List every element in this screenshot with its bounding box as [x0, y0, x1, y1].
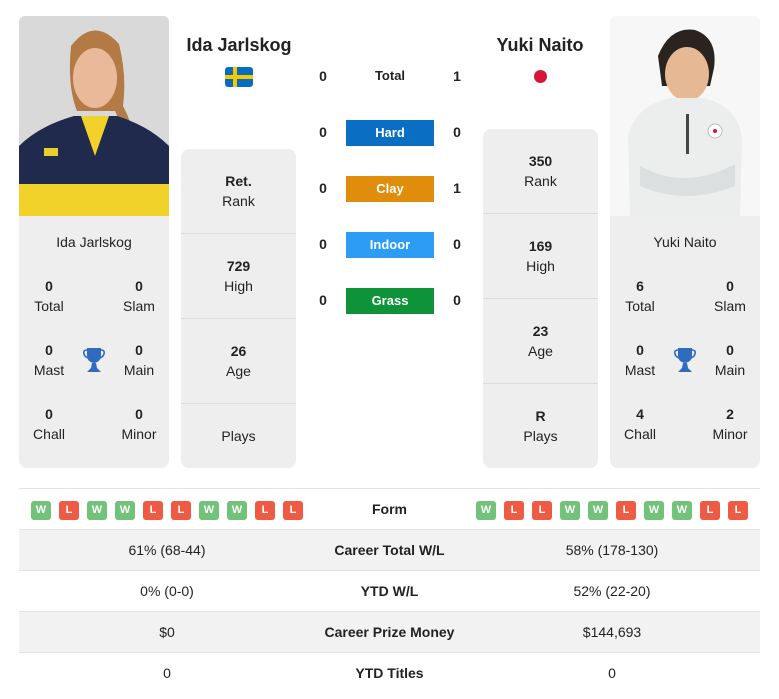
- left-player-card-name: Ida Jarlskog: [56, 234, 132, 250]
- left-player-card: Ida Jarlskog 0 Total 0 Slam 0 Mast 0 Mai…: [19, 216, 169, 468]
- right-stat-rank: 350 Rank: [483, 129, 598, 214]
- prize-money-left: $0: [159, 624, 175, 640]
- left-titles-slam: 0 Slam: [123, 278, 155, 314]
- right-stats-panel: 350 Rank 169 High 23 Age R Plays: [483, 129, 598, 468]
- form-row: W L W W L L W W L L Form W L L W W L W W…: [19, 488, 760, 529]
- left-stat-high: 729 High: [181, 234, 296, 319]
- table-row: 0 YTD Titles 0: [19, 652, 760, 693]
- comparison-table: W L W W L L W W L L Form W L L W W L W W…: [19, 488, 760, 693]
- form-badge: W: [588, 501, 608, 520]
- form-badge: L: [59, 501, 79, 520]
- ytd-wl-left: 0% (0-0): [140, 583, 194, 599]
- form-badge: W: [115, 501, 135, 520]
- japan-flag-icon: [534, 70, 547, 83]
- h2h-hard-right: 0: [453, 124, 461, 140]
- ytd-wl-label: YTD W/L: [360, 583, 419, 599]
- sweden-flag-icon: [225, 67, 253, 87]
- surface-badge-grass[interactable]: Grass: [346, 288, 434, 314]
- form-badge: L: [283, 501, 303, 520]
- left-titles-chall: 0 Chall: [33, 406, 65, 442]
- left-player-photo: [19, 16, 169, 216]
- career-wl-label: Career Total W/L: [334, 542, 445, 558]
- right-player-photo: [610, 16, 760, 216]
- right-titles-total: 6 Total: [625, 278, 655, 314]
- left-stat-age: 26 Age: [181, 319, 296, 404]
- surface-badge-indoor[interactable]: Indoor: [346, 232, 434, 258]
- form-badge: L: [532, 501, 552, 520]
- form-badge: L: [616, 501, 636, 520]
- form-badge: L: [504, 501, 524, 520]
- right-player-card: Yuki Naito 6 Total 0 Slam 0 Mast 0 Main …: [610, 216, 760, 468]
- form-badge: L: [143, 501, 163, 520]
- h2h-indoor-left: 0: [319, 236, 327, 252]
- right-form-list: W L L W W L W W L L: [476, 501, 748, 520]
- prize-money-right: $144,693: [582, 624, 642, 640]
- form-badge: W: [644, 501, 664, 520]
- right-titles-main: 0 Main: [714, 342, 746, 378]
- left-form-list: W L W W L L W W L L: [31, 501, 303, 520]
- right-stat-plays: R Plays: [523, 408, 558, 444]
- form-badge: W: [87, 501, 107, 520]
- h2h-total-row: 0 Total 1: [300, 64, 480, 90]
- h2h-clay-left: 0: [319, 180, 327, 196]
- left-stats-panel: Ret. Rank 729 High 26 Age Plays: [181, 149, 296, 468]
- form-badge: L: [700, 501, 720, 520]
- table-row: 61% (68-44) Career Total W/L 58% (178-13…: [19, 529, 760, 570]
- right-titles-chall: 4 Chall: [624, 406, 656, 442]
- h2h-clay-right: 1: [453, 180, 461, 196]
- form-badge: L: [171, 501, 191, 520]
- prize-money-label: Career Prize Money: [324, 624, 455, 640]
- form-badge: W: [31, 501, 51, 520]
- left-titles-main: 0 Main: [123, 342, 155, 378]
- form-badge: W: [560, 501, 580, 520]
- trophy-icon: [83, 347, 105, 373]
- surface-badge-clay[interactable]: Clay: [346, 176, 434, 202]
- form-badge: W: [227, 501, 247, 520]
- form-badge: L: [255, 501, 275, 520]
- h2h-surface-row: 0 Indoor 0: [300, 232, 480, 258]
- h2h-surface-row: 0 Hard 0: [300, 120, 480, 146]
- left-titles-total: 0 Total: [34, 278, 64, 314]
- ytd-wl-right: 52% (22-20): [573, 583, 651, 599]
- h2h-total-left: 0: [319, 68, 327, 84]
- form-label: Form: [372, 501, 407, 517]
- h2h-surface-row: 0 Grass 0: [300, 288, 480, 314]
- h2h-grass-left: 0: [319, 292, 327, 308]
- right-titles-minor: 2 Minor: [712, 406, 748, 442]
- ytd-titles-right: 0: [608, 665, 616, 681]
- table-row: $0 Career Prize Money $144,693: [19, 611, 760, 652]
- right-titles-mast: 0 Mast: [624, 342, 656, 378]
- h2h-indoor-right: 0: [453, 236, 461, 252]
- h2h-total-right: 1: [453, 68, 461, 84]
- ytd-titles-left: 0: [163, 665, 171, 681]
- right-player-card-name: Yuki Naito: [653, 234, 717, 250]
- ytd-titles-label: YTD Titles: [355, 665, 424, 681]
- surface-badge-hard[interactable]: Hard: [346, 120, 434, 146]
- form-badge: W: [199, 501, 219, 520]
- career-wl-left: 61% (68-44): [128, 542, 206, 558]
- form-badge: L: [728, 501, 748, 520]
- left-player-name-link[interactable]: Ida Jarlskog: [159, 35, 319, 56]
- right-player-name-link[interactable]: Yuki Naito: [460, 35, 620, 56]
- career-wl-right: 58% (178-130): [565, 542, 659, 558]
- right-stat-age: 23 Age: [483, 299, 598, 384]
- table-row: 0% (0-0) YTD W/L 52% (22-20): [19, 570, 760, 611]
- h2h-total-label: Total: [374, 68, 406, 83]
- left-titles-mast: 0 Mast: [33, 342, 65, 378]
- left-stat-plays: Plays: [221, 428, 256, 444]
- h2h-hard-left: 0: [319, 124, 327, 140]
- trophy-icon: [674, 347, 696, 373]
- form-badge: W: [672, 501, 692, 520]
- left-stat-rank: Ret. Rank: [181, 149, 296, 234]
- left-titles-minor: 0 Minor: [121, 406, 157, 442]
- right-stat-high: 169 High: [483, 214, 598, 299]
- form-badge: W: [476, 501, 496, 520]
- h2h-surface-row: 0 Clay 1: [300, 176, 480, 202]
- right-titles-slam: 0 Slam: [714, 278, 746, 314]
- h2h-grass-right: 0: [453, 292, 461, 308]
